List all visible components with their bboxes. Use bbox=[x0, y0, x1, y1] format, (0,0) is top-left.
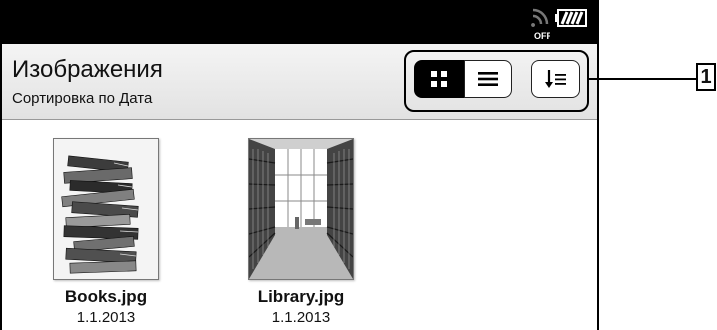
thumbnail-books[interactable] bbox=[53, 138, 159, 280]
page-title: Изображения bbox=[12, 56, 163, 83]
file-name-books[interactable]: Books.jpg bbox=[16, 287, 196, 307]
list-view-icon bbox=[478, 72, 498, 86]
status-bar: OFF bbox=[2, 0, 597, 44]
file-date-books: 1.1.2013 bbox=[76, 309, 136, 326]
grid-view-button[interactable] bbox=[414, 60, 464, 98]
file-date-library: 1.1.2013 bbox=[271, 309, 331, 326]
library-image bbox=[249, 139, 353, 279]
sort-button[interactable] bbox=[531, 60, 580, 98]
wifi-off-label: OFF bbox=[534, 31, 550, 41]
battery-icon bbox=[555, 9, 587, 27]
books-image bbox=[54, 139, 158, 279]
callout-label: 1 bbox=[696, 63, 716, 91]
grid-view-icon bbox=[431, 71, 447, 87]
sort-icon bbox=[544, 70, 566, 88]
list-view-button[interactable] bbox=[464, 60, 512, 98]
callout-line bbox=[589, 78, 696, 80]
sort-subtitle: Сортировка по Дата bbox=[12, 90, 153, 107]
thumbnail-library[interactable] bbox=[248, 138, 354, 280]
wifi-off-icon: OFF bbox=[531, 8, 550, 41]
file-name-library[interactable]: Library.jpg bbox=[211, 287, 391, 307]
